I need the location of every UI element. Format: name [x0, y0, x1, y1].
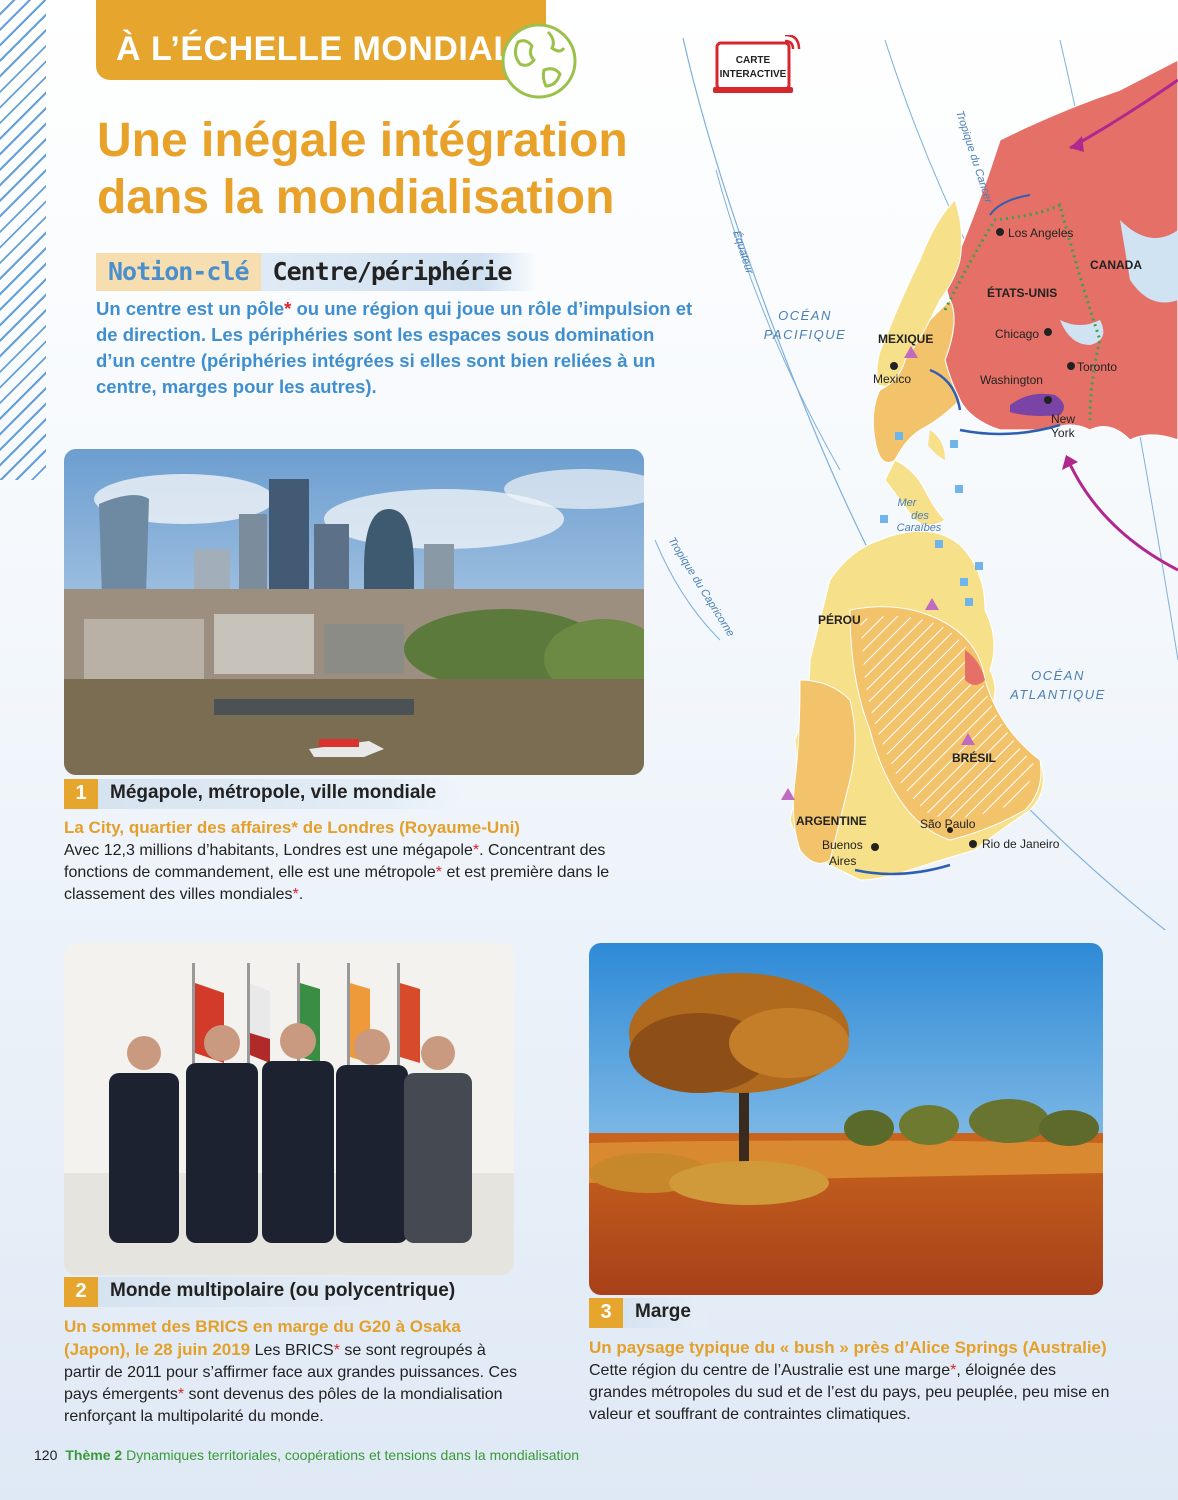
- doc2-caption: 2 Monde multipolaire (ou polycentrique): [64, 1277, 480, 1307]
- label-tropic-capricorn: Tropique du Capricorne: [665, 535, 736, 639]
- doc1-text-4: .: [298, 886, 304, 903]
- city-mexico: Mexico: [873, 372, 911, 386]
- doc3-text-1: Cette région du centre de l’Australie es…: [589, 1362, 951, 1379]
- doc2-text-1: Les BRICS: [250, 1342, 334, 1359]
- doc1-number: 1: [64, 779, 98, 809]
- notion-tag: Notion-clé: [96, 253, 261, 291]
- city-los-angeles: Los Angeles: [1008, 226, 1073, 240]
- title-line-1: Une inégale intégration: [97, 114, 628, 167]
- def-part-1: Un centre est un pôle: [96, 298, 285, 319]
- city-aires: Aires: [829, 854, 856, 868]
- ocean-atlantic-2: ATLANTIQUE: [1009, 687, 1106, 702]
- label-des: des: [911, 510, 929, 522]
- city-buenos: Buenos: [822, 838, 863, 852]
- doc1-text-1: Avec 12,3 millions d’habitants, Londres …: [64, 842, 473, 859]
- globe-icon: [501, 23, 577, 99]
- label-equator: Équateur: [730, 229, 757, 277]
- flow-arrow: [1066, 459, 1178, 572]
- theme-title: Dynamiques territoriales, coopérations e…: [126, 1447, 580, 1463]
- ocean-pacific-1: OCÉAN: [778, 308, 832, 323]
- country-mexique: MEXIQUE: [878, 332, 933, 346]
- city-toronto: Toronto: [1077, 360, 1117, 374]
- doc1-text: La City, quartier des affaires* de Londr…: [64, 818, 610, 903]
- city-york: York: [1051, 426, 1076, 440]
- photo-london-city: [64, 449, 644, 775]
- doc1-caption: 1 Mégapole, métropole, ville mondiale: [64, 779, 461, 809]
- decorative-stripes: [0, 0, 46, 480]
- doc3-number: 3: [589, 1298, 623, 1328]
- americas-map: Los Angeles CANADA ÉTATS-UNIS Chicago To…: [654, 37, 1178, 930]
- doc3-text: Un paysage typique du « bush » près d’Al…: [589, 1338, 1110, 1423]
- country-canada: CANADA: [1090, 258, 1142, 272]
- page-number: 120: [34, 1447, 58, 1463]
- label-mer: Mer: [898, 497, 918, 509]
- country-argentine: ARGENTINE: [796, 814, 867, 828]
- title-line-2: dans la mondialisation: [97, 171, 615, 224]
- doc2-title: Monde multipolaire (ou polycentrique): [98, 1277, 480, 1307]
- country-usa: ÉTATS-UNIS: [987, 285, 1057, 300]
- page-footer: 120 Thème 2 Dynamiques territoriales, coop…: [34, 1447, 579, 1463]
- doc2-text: Un sommet des BRICS en marge du G20 à Os…: [64, 1317, 517, 1425]
- notion-definition: Un centre est un pôle* ou une région qui…: [96, 296, 696, 400]
- doc1-head-end: de Londres (Royaume-Uni): [298, 818, 520, 837]
- label-tropic-cancer: Tropique du Cancer: [953, 109, 995, 206]
- doc2-number: 2: [64, 1277, 98, 1307]
- city-new: New: [1051, 412, 1075, 426]
- city-chicago: Chicago: [995, 327, 1039, 341]
- theme-label: Thème 2: [65, 1447, 123, 1463]
- ocean-atlantic-1: OCÉAN: [1031, 668, 1085, 683]
- doc1-head: La City, quartier des affaires: [64, 818, 292, 837]
- photo-australian-bush: [589, 943, 1103, 1295]
- country-perou: PÉROU: [818, 612, 861, 627]
- country-bresil: BRÉSIL: [952, 750, 996, 765]
- city-washington: Washington: [980, 373, 1043, 387]
- ocean-pacific-2: PACIFIQUE: [764, 327, 847, 342]
- doc3-caption: 3 Marge: [589, 1298, 715, 1328]
- notion-key: Notion-clé Centre/périphérie: [96, 253, 538, 291]
- page-title: Une inégale intégration dans la mondiali…: [97, 112, 657, 226]
- city-sao-paulo: São Paulo: [920, 817, 976, 831]
- section-banner: À L’ÉCHELLE MONDIALE: [96, 0, 546, 80]
- doc3-head: Un paysage typique du « bush » près d’Al…: [589, 1338, 1107, 1357]
- doc1-title: Mégapole, métropole, ville mondiale: [98, 779, 461, 809]
- notion-value: Centre/périphérie: [260, 253, 538, 291]
- doc3-title: Marge: [623, 1298, 715, 1328]
- photo-brics-summit: [64, 943, 514, 1275]
- label-caraibes: Caraïbes: [897, 522, 942, 534]
- city-rio: Rio de Janeiro: [982, 837, 1060, 851]
